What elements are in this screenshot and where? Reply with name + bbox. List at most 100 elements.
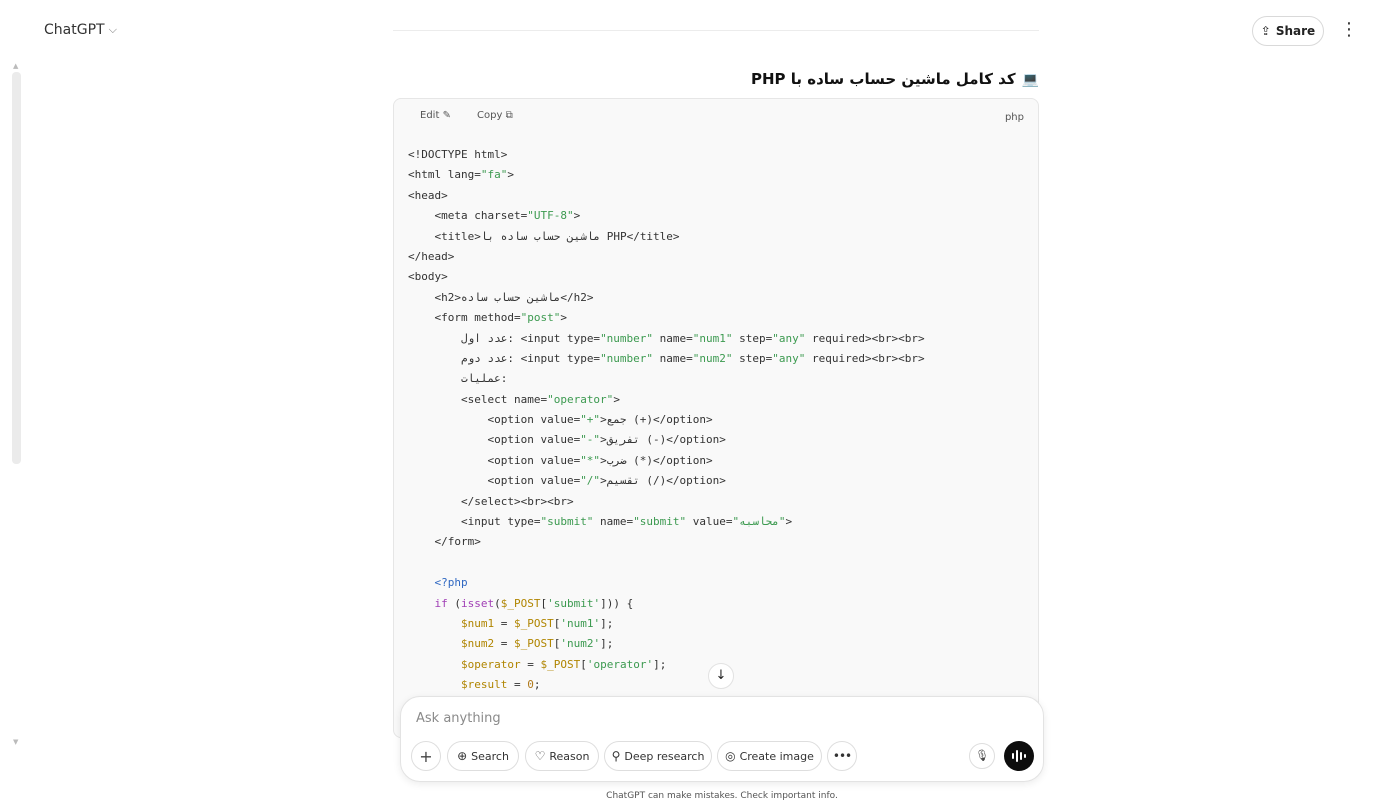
message-composer: + ⊕ Search ♡ Reason ⚲ Deep research ◎ Cr… — [400, 696, 1044, 782]
code-token: > — [573, 209, 581, 223]
laptop-icon: 💻 — [1021, 72, 1039, 88]
code-token: ]; — [600, 637, 614, 651]
scroll-up-arrow-icon[interactable]: ▲ — [13, 62, 18, 70]
code-line: </form> — [408, 532, 925, 552]
code-token: $_POST — [500, 596, 541, 610]
code-token: isset — [461, 596, 495, 610]
create-image-label: Create image — [739, 749, 814, 763]
code-token: "post" — [520, 311, 561, 325]
voice-wave-bar — [1020, 752, 1022, 760]
attach-button[interactable]: + — [411, 741, 441, 771]
code-token: "any" — [772, 331, 806, 345]
code-token: value= — [686, 515, 733, 529]
code-token: [ — [580, 657, 587, 671]
code-token: = — [507, 678, 528, 692]
code-token: <option value= — [408, 413, 581, 427]
code-line: $operator = $_POST['operator']; — [408, 655, 925, 675]
copy-label: Copy — [477, 110, 503, 121]
deep-research-button[interactable]: ⚲ Deep research — [604, 741, 712, 771]
code-token: name= — [593, 515, 634, 529]
edit-label: Edit — [420, 110, 440, 121]
code-token: ( — [494, 596, 501, 610]
code-token: </head> — [408, 249, 455, 263]
code-token: "UTF-8" — [527, 209, 574, 223]
code-token: >ضرب (*)</option> — [600, 453, 713, 467]
code-line: <option value="+">جمع (+)</option> — [408, 410, 925, 430]
copy-icon: ⧉ — [505, 110, 513, 121]
code-line: <h2>ماشین حساب ساده</h2> — [408, 288, 925, 308]
code-token: > — [613, 392, 620, 406]
code-token: $_POST — [513, 616, 554, 630]
pencil-icon: ✎ — [442, 110, 451, 121]
globe-icon: ⊕ — [457, 749, 468, 763]
code-token: if — [434, 596, 448, 610]
code-line: عملیات: — [408, 369, 925, 389]
code-token: "num1" — [692, 331, 733, 345]
more-tools-button[interactable]: ••• — [827, 741, 857, 771]
code-token: "/" — [580, 474, 601, 488]
scroll-down-arrow-icon[interactable]: ▼ — [13, 738, 18, 746]
sidebar-scrollbar-thumb[interactable] — [12, 72, 21, 464]
code-token: "operator" — [547, 392, 614, 406]
copy-button[interactable]: Copy ⧉ — [477, 110, 513, 121]
code-token: 'submit' — [547, 596, 601, 610]
more-options-icon[interactable]: ⋮ — [1340, 20, 1358, 42]
code-token: name= — [653, 331, 693, 345]
code-block: Edit ✎ Copy ⧉ php <!DOCTYPE html> <html l… — [393, 98, 1039, 738]
code-token: > — [560, 311, 567, 325]
microphone-button[interactable]: 🎙 — [969, 743, 995, 769]
code-token: $_POST — [513, 637, 554, 651]
telescope-icon: ⚲ — [611, 749, 621, 763]
search-button[interactable]: ⊕ Search — [447, 741, 519, 771]
code-token: <title>ماشین حساب ساده با PHP</title> — [408, 229, 680, 243]
code-token: $result — [460, 678, 508, 692]
code-token: = — [520, 657, 541, 671]
code-token: = — [494, 637, 514, 651]
code-token: $num2 — [460, 637, 495, 651]
heading-text: کد کامل ماشین حساب ساده با PHP — [750, 70, 1016, 88]
code-line: if (isset($_POST['submit'])) { — [408, 594, 925, 614]
divider — [393, 30, 1039, 31]
code-token: <body> — [408, 270, 448, 284]
model-selector[interactable]: ChatGPT ⌵ — [44, 22, 117, 38]
code-token: ( — [447, 596, 461, 610]
code-line: <select name="operator"> — [408, 390, 925, 410]
palette-icon: ◎ — [725, 749, 736, 763]
code-token: عدد اول: <input type= — [408, 331, 601, 345]
code-token: $operator — [460, 657, 521, 671]
share-label: Share — [1275, 24, 1316, 38]
code-token: 'operator' — [586, 657, 654, 671]
voice-mode-button[interactable] — [1004, 741, 1034, 771]
code-token: >تفریق (-)</option> — [600, 433, 726, 447]
code-token: <option value= — [408, 433, 581, 447]
share-icon: ⇪ — [1260, 24, 1271, 38]
voice-wave-bar — [1012, 753, 1014, 759]
top-bar: ChatGPT ⌵ ⇪ Share ⋮ — [0, 0, 1373, 64]
code-token: ]; — [600, 616, 614, 630]
scroll-to-bottom-button[interactable]: ↓ — [708, 663, 734, 689]
code-token: </select><br><br> — [408, 494, 574, 508]
edit-button[interactable]: Edit ✎ — [420, 110, 451, 121]
code-token: >جمع (+)</option> — [600, 413, 713, 427]
reason-button[interactable]: ♡ Reason — [525, 741, 599, 771]
create-image-button[interactable]: ◎ Create image — [717, 741, 822, 771]
code-line: <body> — [408, 267, 925, 287]
share-button[interactable]: ⇪ Share — [1252, 16, 1324, 46]
code-line: <html lang="fa"> — [408, 165, 925, 185]
ellipsis-icon: ••• — [832, 749, 852, 763]
code-token: "num2" — [692, 351, 733, 365]
code-token: required><br><br> — [805, 331, 925, 345]
code-token: <html lang= — [408, 168, 481, 182]
code-token: $_POST — [540, 657, 581, 671]
plus-icon: + — [419, 746, 433, 766]
code-token: <meta charset= — [408, 209, 528, 223]
code-token: ])) { — [600, 596, 634, 610]
code-token: >تقسیم (/)</option> — [600, 474, 726, 488]
prompt-input[interactable] — [416, 711, 936, 726]
code-token: <select name= — [408, 392, 548, 406]
code-token: "*" — [580, 453, 601, 467]
